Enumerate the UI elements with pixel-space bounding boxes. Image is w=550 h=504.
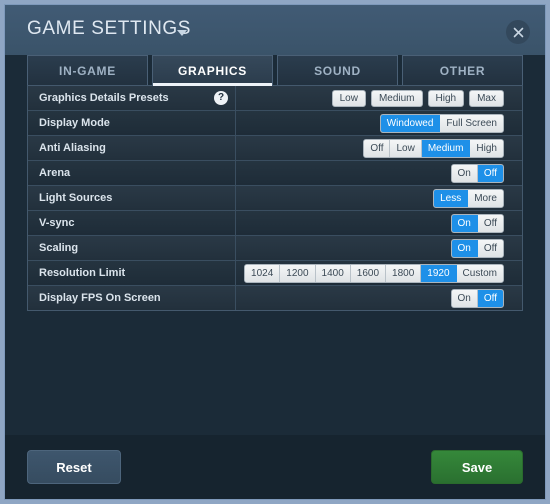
option-button-group: Low Medium High Max [331, 89, 504, 107]
game-settings-window: GAME SETTINGS IN-GAME GRAPHICS SOUND OTHER … [4, 4, 546, 500]
close-button[interactable] [506, 20, 530, 44]
option-low[interactable]: Low [390, 139, 422, 157]
settings-content: Graphics Details Presets? Low Medium High Ma… [5, 85, 545, 435]
setting-label-cell: Light Sources [28, 186, 236, 210]
option-more[interactable]: More [468, 189, 503, 207]
setting-row: Light Sources Less More [28, 186, 522, 211]
option-1200[interactable]: 1200 [280, 264, 316, 282]
tab-other[interactable]: OTHER [402, 55, 523, 85]
option-1800[interactable]: 1800 [386, 264, 422, 282]
option-high[interactable]: High [427, 89, 465, 107]
setting-control-cell: On Off [236, 161, 522, 185]
setting-label-cell: Scaling [28, 236, 236, 260]
segmented-control: 1024 1200 1400 1600 1800 1920 Custom [244, 263, 504, 283]
setting-control-cell: Less More [236, 186, 522, 210]
tab-label: OTHER [439, 63, 486, 78]
setting-label-cell: V-sync [28, 211, 236, 235]
setting-label: Display Mode [39, 117, 110, 129]
option-on[interactable]: On [451, 239, 478, 257]
setting-row: Scaling On Off [28, 236, 522, 261]
segmented-control: Windowed Full Screen [379, 113, 504, 133]
option-1400[interactable]: 1400 [315, 264, 351, 282]
segmented-control: On Off [450, 238, 504, 258]
option-off[interactable]: Off [477, 239, 503, 257]
setting-label: Resolution Limit [39, 267, 126, 279]
setting-label-cell: Display FPS On Screen [28, 286, 236, 310]
option-medium[interactable]: Medium [370, 89, 423, 107]
option-medium[interactable]: Medium [421, 139, 471, 157]
option-full-screen[interactable]: Full Screen [440, 114, 503, 132]
setting-control-cell: On Off [236, 211, 522, 235]
option-off[interactable]: Off [364, 139, 391, 157]
tab-label: SOUND [314, 63, 361, 78]
option-1024[interactable]: 1024 [245, 264, 281, 282]
option-high[interactable]: High [470, 139, 503, 157]
option-on[interactable]: On [451, 164, 478, 182]
setting-row: Display Mode Windowed Full Screen [28, 111, 522, 136]
setting-control-cell: Off Low Medium High [236, 136, 522, 160]
reset-button[interactable]: Reset [27, 450, 121, 484]
tab-in-game[interactable]: IN-GAME [27, 55, 148, 85]
setting-row: Arena On Off [28, 161, 522, 186]
footer-bar: Reset Save [5, 435, 545, 499]
setting-row: Graphics Details Presets? Low Medium High Ma… [28, 86, 522, 111]
option-off[interactable]: Off [477, 164, 503, 182]
segmented-control: On Off [450, 213, 504, 233]
tab-bar: IN-GAME GRAPHICS SOUND OTHER [27, 55, 523, 86]
setting-row: Anti Aliasing Off Low Medium High [28, 136, 522, 161]
setting-label: V-sync [39, 217, 75, 229]
chevron-down-icon[interactable] [177, 30, 187, 36]
setting-control-cell: On Off [236, 236, 522, 260]
option-max[interactable]: Max [469, 89, 504, 107]
option-1920[interactable]: 1920 [421, 264, 457, 282]
option-windowed[interactable]: Windowed [380, 114, 441, 132]
settings-list: Graphics Details Presets? Low Medium High Ma… [27, 85, 523, 311]
setting-control-cell: 1024 1200 1400 1600 1800 1920 Custom [236, 261, 522, 285]
segmented-control: On Off [450, 288, 504, 308]
setting-label: Display FPS On Screen [39, 292, 161, 304]
question-mark-icon[interactable]: ? [214, 91, 228, 105]
option-less[interactable]: Less [434, 189, 469, 207]
setting-row: Resolution Limit 1024 1200 1400 1600 1800 1920… [28, 261, 522, 286]
close-icon [513, 27, 524, 38]
segmented-control: Less More [433, 188, 504, 208]
segmented-control: Off Low Medium High [363, 138, 504, 158]
option-on[interactable]: On [451, 214, 478, 232]
setting-row: V-sync On Off [28, 211, 522, 236]
setting-label: Arena [39, 167, 71, 179]
option-low[interactable]: Low [331, 89, 366, 107]
setting-label-cell: Anti Aliasing [28, 136, 236, 160]
tab-graphics[interactable]: GRAPHICS [152, 55, 273, 86]
setting-label-cell: Resolution Limit [28, 261, 236, 285]
segmented-control: On Off [450, 163, 504, 183]
setting-label-cell: Arena [28, 161, 236, 185]
setting-label: Anti Aliasing [39, 142, 106, 154]
setting-control-cell: Low Medium High Max [236, 86, 522, 110]
setting-label: Scaling [39, 242, 79, 254]
option-on[interactable]: On [451, 289, 478, 307]
setting-label: Graphics Details Presets [39, 92, 169, 104]
setting-label-cell: Display Mode [28, 111, 236, 135]
save-button[interactable]: Save [431, 450, 523, 484]
page-title: GAME SETTINGS [27, 18, 192, 39]
setting-row: Display FPS On Screen On Off [28, 286, 522, 310]
setting-label: Light Sources [39, 192, 113, 204]
setting-control-cell: Windowed Full Screen [236, 111, 522, 135]
option-1600[interactable]: 1600 [350, 264, 387, 282]
tab-label: IN-GAME [59, 63, 116, 78]
tab-sound[interactable]: SOUND [277, 55, 398, 85]
option-off[interactable]: Off [477, 214, 503, 232]
setting-control-cell: On Off [236, 286, 522, 310]
option-custom[interactable]: Custom [456, 264, 503, 282]
setting-label-cell: Graphics Details Presets? [28, 86, 236, 110]
option-off[interactable]: Off [477, 289, 503, 307]
tab-label: GRAPHICS [178, 63, 247, 78]
window-header: GAME SETTINGS [5, 5, 545, 55]
